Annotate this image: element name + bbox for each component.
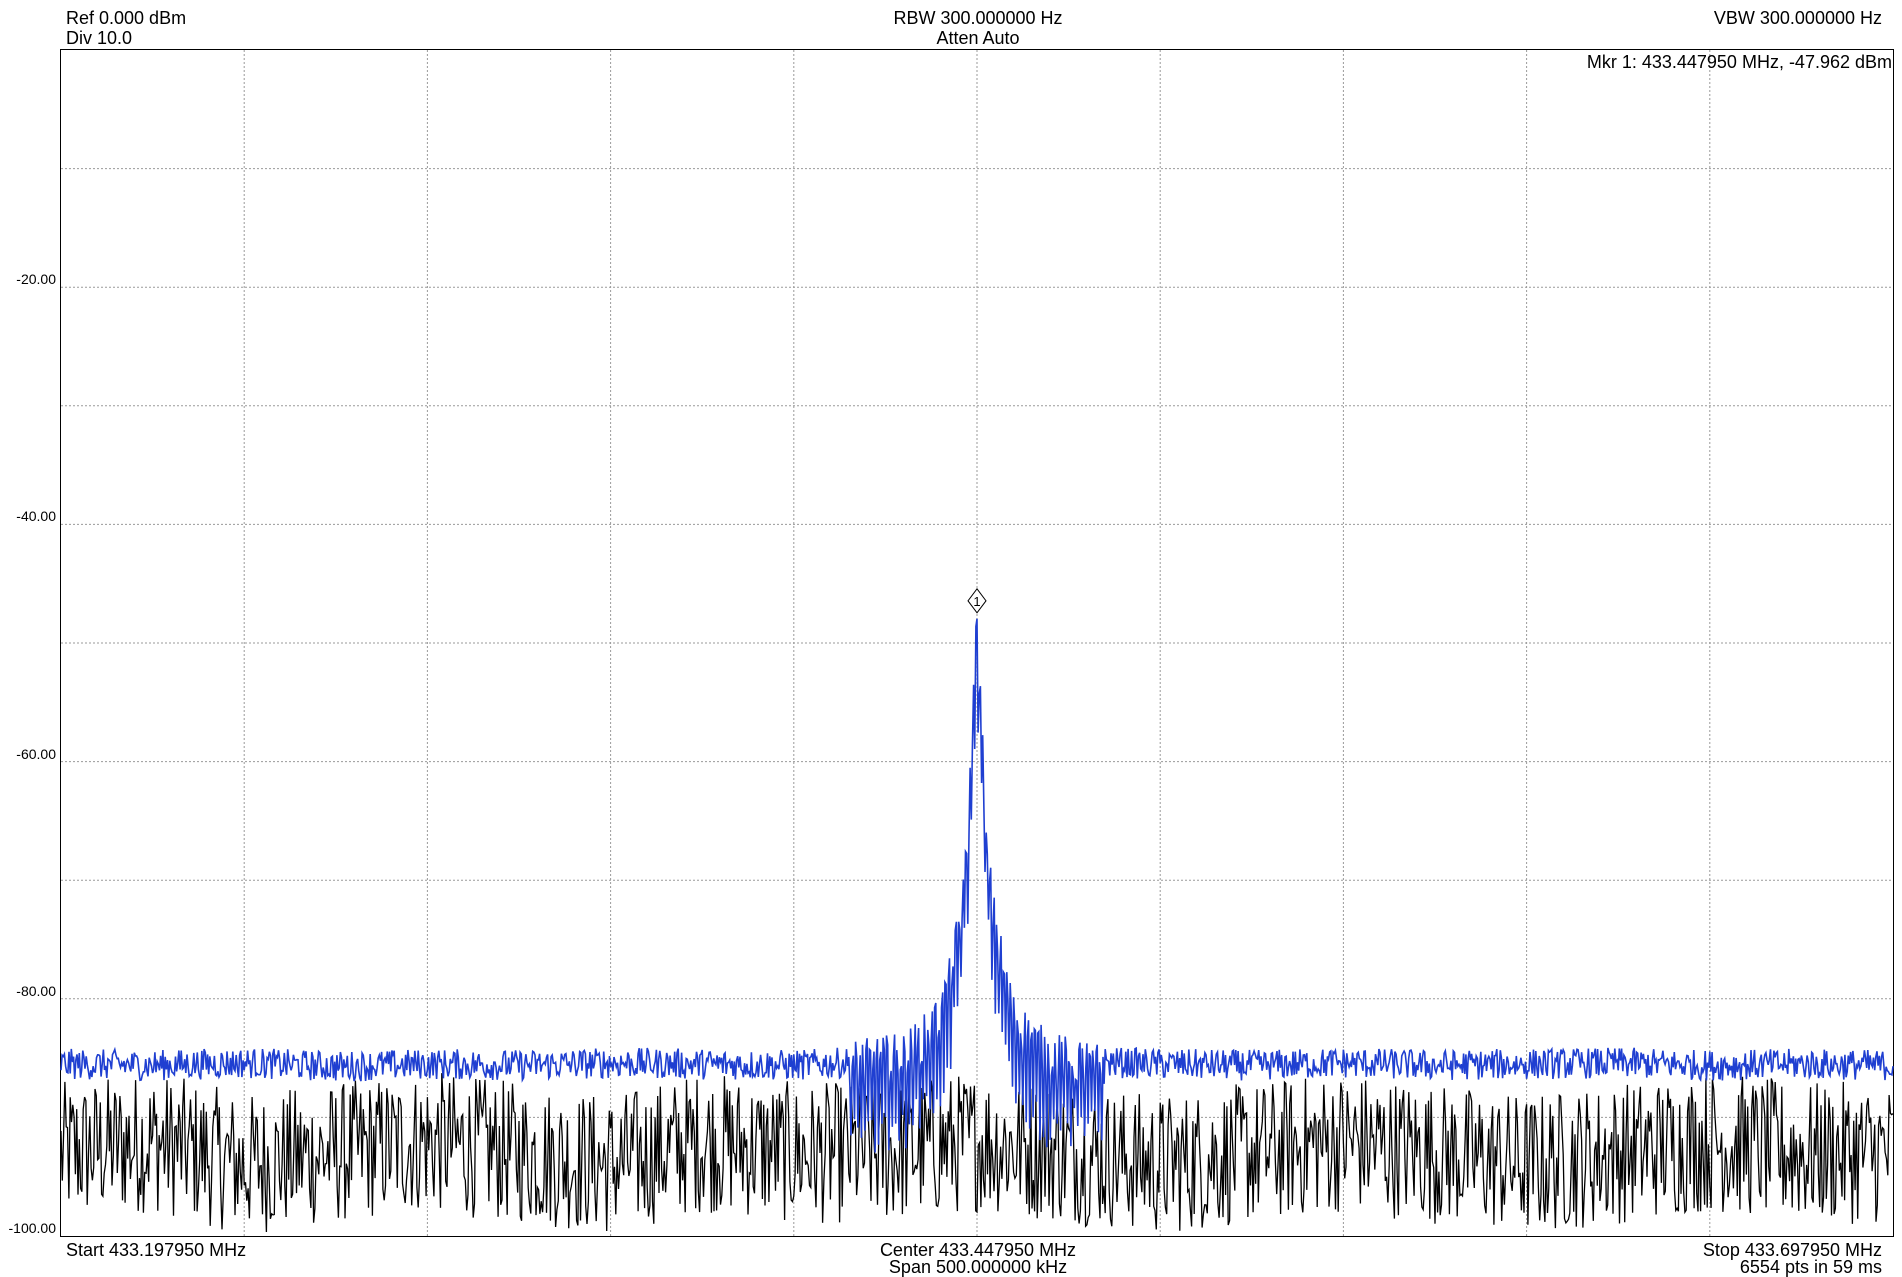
trace-min-hold-black bbox=[60, 1073, 1894, 1233]
marker-1-label: 1 bbox=[973, 594, 980, 609]
start-freq-label: Start 433.197950 MHz bbox=[66, 1240, 247, 1260]
y-tick-label: -100.00 bbox=[8, 1220, 56, 1236]
spectrum-chart: 1 bbox=[60, 50, 1894, 1236]
y-tick-label: -60.00 bbox=[16, 745, 56, 762]
points-label: 6554 pts in 59 ms bbox=[1739, 1257, 1882, 1277]
marker-group: 1 bbox=[967, 587, 987, 614]
y-tick-label: -80.00 bbox=[16, 982, 56, 999]
span-label: Span 500.000000 kHz bbox=[888, 1257, 1068, 1277]
trace-live-blue bbox=[60, 618, 1894, 1153]
y-tick-label: -40.00 bbox=[16, 508, 56, 525]
marker-readout: Mkr 1: 433.447950 MHz, -47.962 dBm bbox=[1586, 52, 1892, 72]
y-tick-label: -20.00 bbox=[16, 271, 56, 288]
